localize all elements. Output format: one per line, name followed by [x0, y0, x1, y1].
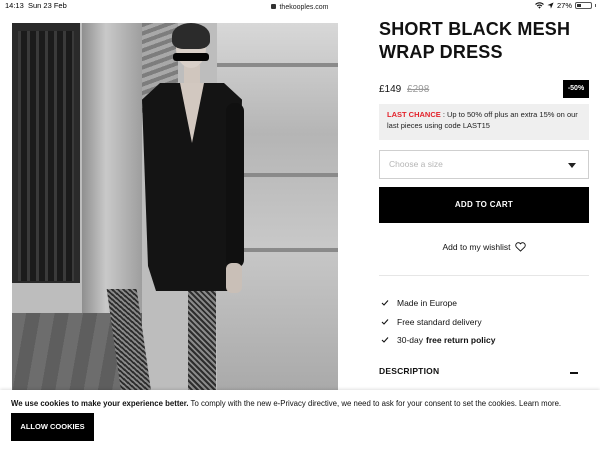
status-indicators: 27%: [535, 0, 596, 11]
promo-label: LAST CHANCE: [387, 110, 441, 119]
description-toggle[interactable]: DESCRIPTION: [379, 366, 589, 380]
sunglasses: [173, 53, 209, 61]
battery-icon: [575, 2, 592, 9]
return-policy-link[interactable]: free return policy: [426, 335, 495, 345]
feature-text: Free standard delivery: [397, 317, 482, 327]
discount-badge: -50%: [563, 80, 589, 98]
check-icon: [381, 337, 389, 343]
product-title: SHORT BLACK MESH WRAP DRESS: [379, 19, 571, 62]
minus-icon: [570, 372, 578, 374]
old-price: £298: [407, 84, 430, 95]
lock-icon: [271, 4, 277, 9]
url-text: thekooples.com: [279, 4, 329, 11]
promo-banner: LAST CHANCE : Up to 50% off plus an extr…: [379, 104, 589, 140]
check-icon: [381, 319, 389, 325]
allow-cookies-button[interactable]: ALLOW COOKIES: [11, 413, 94, 441]
size-placeholder: Choose a size: [389, 159, 443, 169]
product-image[interactable]: [12, 23, 338, 393]
cookie-body-text: To comply with the new e-Privacy directi…: [188, 399, 562, 408]
feature-item: Made in Europe: [379, 297, 589, 309]
wishlist-button[interactable]: Add to my wishlist: [379, 240, 589, 254]
cookie-message: We use cookies to make your experience b…: [11, 398, 591, 409]
divider: [379, 275, 589, 276]
check-icon: [381, 300, 389, 306]
wishlist-label: Add to my wishlist: [442, 242, 511, 252]
battery-percent: 27%: [556, 1, 572, 10]
feature-item: Free standard delivery: [379, 316, 589, 328]
heart-icon: [514, 242, 526, 252]
chevron-down-icon: [568, 163, 576, 168]
current-price: £149: [379, 84, 402, 95]
gate-backdrop: [12, 23, 80, 283]
price: £149 £298: [379, 84, 429, 95]
feature-item: 30-day free return policy: [379, 334, 589, 346]
add-to-cart-button[interactable]: ADD TO CART: [379, 187, 589, 223]
feature-text: Made in Europe: [397, 298, 458, 308]
feature-text: 30-day: [397, 335, 423, 345]
cookie-banner: We use cookies to make your experience b…: [0, 390, 600, 450]
address-bar[interactable]: thekooples.com: [0, 3, 600, 13]
status-bar: 14:13 Sun 23 Feb thekooples.com 27%: [0, 0, 600, 11]
wifi-icon: [535, 2, 544, 9]
cookie-bold-text: We use cookies to make your experience b…: [11, 399, 189, 408]
location-icon: [547, 2, 554, 9]
size-select[interactable]: Choose a size: [379, 150, 589, 179]
description-label: DESCRIPTION: [379, 366, 440, 376]
